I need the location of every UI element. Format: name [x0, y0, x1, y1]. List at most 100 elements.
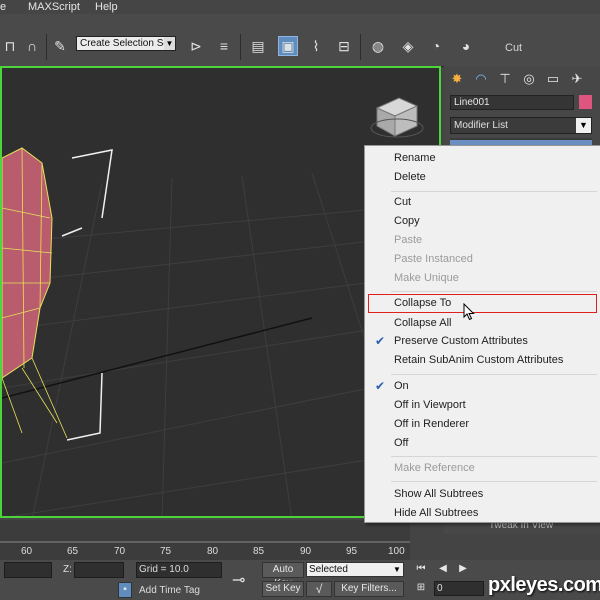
auto-key-button[interactable]: Auto Key [262, 562, 304, 589]
magnet-snap-icon[interactable]: ∩ [22, 36, 42, 56]
menu-item-paste-instanced: Paste Instanced [365, 250, 600, 269]
object-name-field[interactable]: Line001 [450, 95, 574, 110]
select-region-icon[interactable]: ⊓ [0, 36, 20, 56]
key-icon[interactable]: ⊸ [232, 570, 245, 590]
y-coordinate-field[interactable] [4, 562, 52, 578]
menu-item-label: Off in Viewport [394, 399, 466, 411]
toolbar-separator [46, 34, 47, 60]
menu-item-label: Off in Renderer [394, 418, 470, 430]
menu-item-maxscript[interactable]: MAXScript [28, 0, 80, 14]
menu-item-retain-subanim-custom-attributes[interactable]: Retain SubAnim Custom Attributes [365, 351, 600, 370]
create-tab-icon[interactable]: ✸ [448, 70, 466, 88]
menu-item-preserve-custom-attributes[interactable]: ✔ Preserve Custom Attributes [365, 332, 600, 351]
menu-item-label: Paste [394, 234, 423, 246]
menu-item-rename[interactable]: Rename [365, 149, 600, 168]
curve-icon[interactable]: √ [306, 581, 332, 597]
watermark-logo: pxleyes.com [488, 574, 600, 596]
layer-manager-icon[interactable]: ▤ [248, 36, 268, 56]
modify-tab-icon[interactable]: ◠ [472, 70, 490, 88]
time-config-icon[interactable]: ⊞ [414, 581, 428, 595]
menu-separator [391, 191, 597, 192]
timeline-tick: 70 [114, 546, 126, 557]
schematic-view-icon[interactable]: ⊟ [334, 36, 354, 56]
toolbar-separator [360, 34, 361, 60]
menu-separator [391, 291, 597, 292]
grid-size-display: Grid = 10.0 [136, 562, 222, 578]
menu-item-label: Make Unique [394, 272, 459, 284]
set-key-button[interactable]: Set Key [262, 581, 304, 597]
chevron-down-icon[interactable]: ▼ [576, 118, 591, 133]
toolbar-separator [240, 34, 241, 60]
rendered-frame-icon[interactable]: ◔ [426, 36, 446, 56]
chevron-down-icon[interactable]: ▼ [393, 563, 403, 576]
viewcube-icon[interactable] [370, 97, 424, 138]
play-icon[interactable]: ▶ [456, 562, 470, 576]
menu-item-label: Collapse To [394, 297, 452, 309]
menu-item-off-in-renderer[interactable]: Off in Renderer [365, 415, 600, 434]
timeline-tick: 90 [300, 546, 312, 557]
menu-item-label: Show All Subtrees [394, 488, 484, 500]
menu-item-label: Retain SubAnim Custom Attributes [394, 354, 564, 366]
menu-item-show-all-subtrees[interactable]: Show All Subtrees [365, 485, 600, 504]
menu-item-label: Preserve Custom Attributes [394, 335, 528, 347]
current-frame-field[interactable]: 0 [434, 581, 484, 596]
display-tab-icon[interactable]: ▭ [544, 70, 562, 88]
render-production-icon[interactable]: ◕ [456, 36, 476, 56]
checkmark-icon: ✔ [374, 334, 386, 348]
timeline-tick: 65 [67, 546, 79, 557]
key-filter-selection-dropdown[interactable]: Selected [306, 562, 404, 577]
menu-separator [391, 374, 597, 375]
object-color-swatch[interactable] [579, 95, 592, 109]
menu-item-make-reference: Make Reference [365, 459, 600, 478]
timeline-tick: 85 [253, 546, 265, 557]
scene-explorer-icon[interactable]: ▣ [278, 36, 298, 56]
modifier-stack-context-menu: Rename Delete Cut Copy Paste Paste Insta… [364, 145, 600, 523]
menu-item-copy[interactable]: Copy [365, 212, 600, 231]
utilities-tab-icon[interactable]: ✈ [568, 70, 586, 88]
z-label: Z: [63, 564, 72, 575]
menu-item-collapse-all[interactable]: Collapse All [365, 314, 600, 333]
menu-item-label: On [394, 380, 409, 392]
menu-item-on[interactable]: ✔ On [365, 377, 600, 396]
curve-editor-icon[interactable]: ⌇ [306, 36, 326, 56]
menu-item-off-in-viewport[interactable]: Off in Viewport [365, 396, 600, 415]
menu-separator [391, 456, 597, 457]
menu-item-help[interactable]: Help [95, 0, 118, 14]
cut-label: Cut [505, 42, 523, 54]
z-coordinate-field[interactable] [74, 562, 124, 578]
menu-item-paste: Paste [365, 231, 600, 250]
timeline-tick: 100 [388, 546, 405, 557]
menu-item-label: Paste Instanced [394, 253, 473, 265]
menu-item-cut[interactable]: Cut [365, 193, 600, 212]
menu-item-off[interactable]: Off [365, 434, 600, 453]
render-setup-icon[interactable]: ◈ [398, 36, 418, 56]
chevron-down-icon[interactable]: ▼ [164, 37, 175, 50]
menu-item-label: Copy [394, 215, 420, 227]
timeline-tick: 80 [207, 546, 219, 557]
spline-shape [61, 149, 113, 441]
previous-frame-icon[interactable]: ◀ [436, 562, 450, 576]
modifier-list-dropdown[interactable]: Modifier List [450, 117, 592, 134]
edit-named-selection-icon[interactable]: ✎ [50, 36, 70, 56]
named-selection-set-dropdown[interactable]: Create Selection Se [76, 36, 176, 51]
checkmark-icon: ✔ [374, 379, 386, 393]
menu-item-label: Rename [394, 152, 436, 164]
time-tag-icon[interactable]: ▪ [118, 582, 132, 598]
timeline-tick: 60 [21, 546, 33, 557]
motion-tab-icon[interactable]: ◎ [520, 70, 538, 88]
menu-item-collapse-to[interactable]: Collapse To [368, 294, 597, 313]
mirror-icon[interactable]: ⊳ [186, 36, 206, 56]
align-icon[interactable]: ≡ [214, 36, 234, 56]
go-to-start-icon[interactable]: ⏮ [414, 562, 428, 576]
grid-axis-line [2, 317, 313, 399]
menu-item-hide-all-subtrees[interactable]: Hide All Subtrees [365, 504, 600, 523]
material-editor-icon[interactable]: ◍ [368, 36, 388, 56]
menu-item-delete[interactable]: Delete [365, 168, 600, 187]
key-filters-button[interactable]: Key Filters... [334, 581, 404, 597]
menu-item-label: Off [394, 437, 409, 449]
menu-item-label: Delete [394, 171, 426, 183]
add-time-tag-button[interactable]: Add Time Tag [139, 584, 200, 598]
menu-item-edit[interactable]: e [0, 0, 6, 14]
mouse-cursor-icon [463, 303, 475, 321]
hierarchy-tab-icon[interactable]: ⊤ [496, 70, 514, 88]
